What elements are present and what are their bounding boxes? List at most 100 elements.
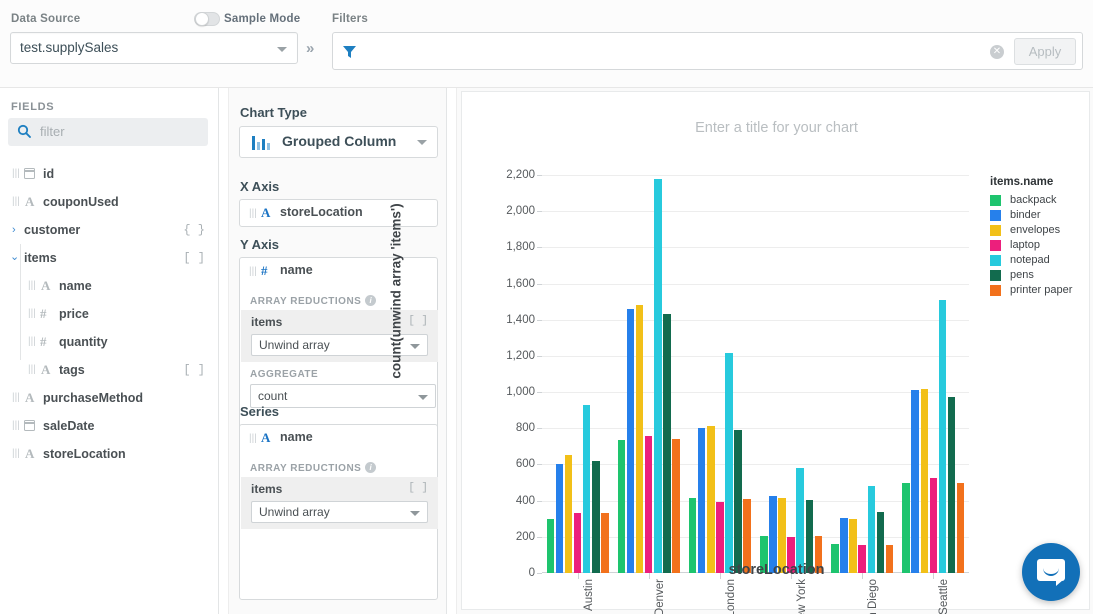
chat-support-button[interactable] [1022,543,1080,601]
field-item-items-name[interactable]: ||| A name [0,272,219,300]
field-item-items-quantity[interactable]: ||| # quantity [0,328,219,356]
series-field-pill[interactable]: ||| A name [240,425,437,453]
y-axis-tick-mark [537,211,542,212]
bar-binder[interactable] [698,428,706,573]
field-item-couponused[interactable]: ||| A couponUsed [0,188,219,216]
bar-binder[interactable] [556,464,564,573]
y-array-reduction-group: items [ ] Unwind array [241,310,438,362]
drag-handle-icon[interactable]: ||| [249,434,257,444]
y-axis-tick-mark [537,284,542,285]
legend-item[interactable]: laptop [990,238,1090,253]
aggregate-label: AGGREGATE [250,369,318,380]
legend-item[interactable]: backpack [990,193,1090,208]
y-reduction-type-badge: [ ] [408,315,428,327]
legend-swatch [990,225,1001,236]
chart-type-label: Chart Type [240,105,307,120]
y-reduction-value: Unwind array [259,338,330,352]
bar-printer-paper[interactable] [672,439,680,573]
bar-notepad[interactable] [654,179,662,573]
bar-envelopes[interactable] [921,389,929,573]
clear-filter-icon[interactable]: ✕ [990,45,1004,59]
x-axis-tick-label: New York [796,579,808,614]
bar-notepad[interactable] [796,468,804,573]
legend-label: envelopes [1010,223,1060,237]
drag-handle-icon[interactable]: ||| [28,337,35,347]
text-icon: A [261,430,270,446]
legend-swatch [990,255,1001,266]
drag-handle-icon[interactable]: ||| [28,281,35,291]
y-axis-tick-label: 1,400 [483,314,535,326]
legend-item[interactable]: envelopes [990,223,1090,238]
legend-item[interactable]: printer paper [990,283,1090,298]
bar-backpack[interactable] [618,440,626,573]
calendar-icon [24,420,35,431]
chevron-double-right-icon[interactable]: » [306,40,314,57]
series-reduction-value: Unwind array [259,505,330,519]
bar-pens[interactable] [734,430,742,573]
bar-envelopes[interactable] [707,426,715,573]
bar-envelopes[interactable] [565,455,573,573]
series-field-name: name [280,430,313,444]
data-source-select[interactable]: test.supplySales [10,32,298,64]
x-axis-field-pill[interactable]: ||| A storeLocation [240,200,437,228]
info-icon[interactable]: i [365,295,376,306]
filter-input-bar[interactable]: ✕ Apply [332,32,1083,70]
y-axis-title: count(unwind array 'items') [389,203,404,378]
number-icon: # [261,263,268,279]
legend-rows: backpackbinderenvelopeslaptopnotepadpens… [990,193,1090,298]
field-item-customer[interactable]: › customer { } [0,216,219,244]
drag-handle-icon[interactable]: ||| [12,169,19,179]
bar-laptop[interactable] [645,436,653,573]
bar-backpack[interactable] [902,483,910,573]
drag-handle-icon[interactable]: ||| [12,197,19,207]
drag-handle-icon[interactable]: ||| [249,209,257,219]
bar-binder[interactable] [627,309,635,573]
chevron-right-icon[interactable]: › [12,216,16,244]
bar-notepad[interactable] [583,405,591,573]
field-item-items[interactable]: ⌄ items [ ] [0,244,219,272]
field-item-purchasemethod[interactable]: ||| A purchaseMethod [0,384,219,412]
legend-swatch [990,270,1001,281]
field-item-items-price[interactable]: ||| # price [0,300,219,328]
legend-item[interactable]: binder [990,208,1090,223]
field-name: id [43,160,54,188]
bar-notepad[interactable] [868,486,876,573]
field-type-badge: [ ] [183,356,205,384]
field-item-storelocation[interactable]: ||| A storeLocation [0,440,219,468]
chevron-down-icon[interactable]: ⌄ [10,243,19,271]
drag-handle-icon[interactable]: ||| [28,309,35,319]
search-icon [17,124,32,144]
drag-handle-icon[interactable]: ||| [249,267,257,277]
chart-title-input[interactable]: Enter a title for your chart [462,120,1091,136]
funnel-icon [341,43,358,65]
chart-type-select[interactable]: Grouped Column [239,126,438,158]
info-icon[interactable]: i [365,462,376,473]
bar-notepad[interactable] [939,300,947,573]
y-axis-field-pill[interactable]: ||| # name [240,258,437,286]
drag-handle-icon[interactable]: ||| [12,393,19,403]
fields-search-input[interactable]: filter [8,118,208,146]
drag-handle-icon[interactable]: ||| [12,421,19,431]
sample-mode-toggle[interactable] [194,12,220,26]
bar-laptop[interactable] [930,478,938,573]
field-item-id[interactable]: ||| id [0,160,219,188]
bar-pens[interactable] [663,314,671,573]
bar-group [618,175,680,573]
legend-item[interactable]: notepad [990,253,1090,268]
bar-envelopes[interactable] [636,305,644,573]
field-item-saledate[interactable]: ||| saleDate [0,412,219,440]
bar-pens[interactable] [592,461,600,573]
apply-button[interactable]: Apply [1014,38,1076,65]
series-reduction-select[interactable]: Unwind array [251,501,428,523]
drag-handle-icon[interactable]: ||| [28,365,35,375]
bar-printer-paper[interactable] [957,483,965,573]
field-item-items-tags[interactable]: ||| A tags [ ] [0,356,219,384]
x-axis-tick-label: London [725,579,737,614]
bar-notepad[interactable] [725,353,733,573]
bar-binder[interactable] [911,390,919,573]
drag-handle-icon[interactable]: ||| [12,449,19,459]
y-axis-tick-mark [537,175,542,176]
x-axis-channel[interactable]: ||| A storeLocation [239,199,438,227]
legend-item[interactable]: pens [990,268,1090,283]
bar-pens[interactable] [948,397,956,573]
